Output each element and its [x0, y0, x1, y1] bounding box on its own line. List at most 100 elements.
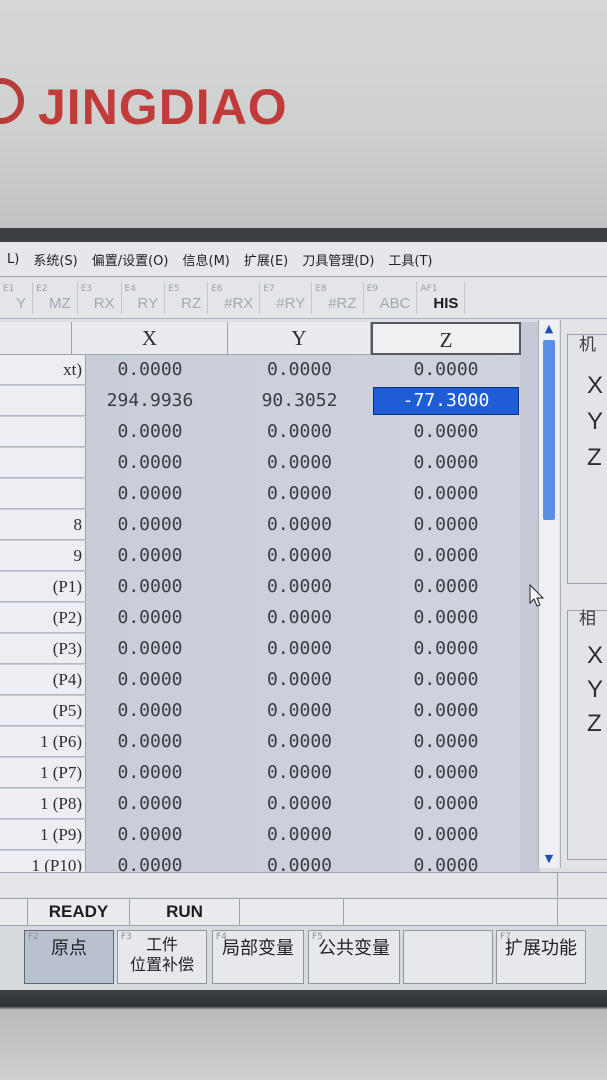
toolbar-button-7[interactable]: E8 #RZ — [312, 282, 364, 314]
value-cell-y[interactable]: 0.0000 — [228, 820, 371, 850]
status-segment-empty2 — [344, 899, 558, 925]
value-cell-y[interactable]: 0.0000 — [228, 417, 371, 447]
value-cell-x[interactable]: 0.0000 — [72, 541, 228, 571]
function-key-3[interactable]: F3 工件 位置补偿 — [117, 930, 207, 984]
value-cell-y[interactable]: 0.0000 — [228, 758, 371, 788]
value-cell-z[interactable]: 0.0000 — [371, 696, 521, 726]
value-cell-y[interactable]: 0.0000 — [228, 510, 371, 540]
menu-item-system[interactable]: 系统(S) — [26, 250, 84, 269]
axis-toolbar: E1 Y E2 MZ E3 RX E4 RY E5 RZ E6 #RX E7 #RY E8 #RZ E9 ABC A… — [0, 278, 607, 319]
menubar: L) 系统(S) 偏置/设置(O) 信息(M) 扩展(E) 刀具管理(D) 工具… — [0, 242, 607, 277]
toolbar-button-0[interactable]: E1 Y — [0, 282, 34, 314]
status-mode: RUN — [130, 899, 240, 925]
value-cell-z[interactable]: -77.3000 — [373, 387, 519, 415]
coordinate-side-panel: 机 X Y Z 相 X Y Z — [560, 320, 607, 868]
value-cell-z[interactable]: 0.0000 — [371, 727, 521, 757]
value-cell-x[interactable]: 0.0000 — [72, 448, 228, 478]
toolbar-label: MZ — [49, 295, 71, 312]
value-cell-y[interactable]: 0.0000 — [228, 634, 371, 664]
value-cell-z[interactable]: 0.0000 — [371, 634, 521, 664]
value-cell-x[interactable]: 0.0000 — [72, 634, 228, 664]
function-key-2[interactable]: F2 原点 — [24, 930, 114, 984]
toolbar-button-5[interactable]: E6 #RX — [208, 282, 261, 314]
machine-coord-title: 机 — [579, 335, 596, 355]
toolbar-button-9[interactable]: AF1 HIS — [417, 282, 466, 314]
function-key-label: 原点 — [51, 938, 87, 959]
toolbar-button-4[interactable]: E5 RZ — [165, 282, 209, 314]
value-cell-x[interactable]: 0.0000 — [72, 603, 228, 633]
value-cell-y[interactable]: 0.0000 — [228, 603, 371, 633]
value-cell-z[interactable]: 0.0000 — [371, 448, 521, 478]
value-cell-y[interactable]: 0.0000 — [228, 727, 371, 757]
toolbar-label: ABC — [379, 295, 411, 312]
value-cell-x[interactable]: 0.0000 — [72, 727, 228, 757]
menu-item-tools[interactable]: 工具(T) — [381, 250, 439, 269]
menu-item-info[interactable]: 信息(M) — [176, 250, 237, 269]
value-cell-z[interactable]: 0.0000 — [371, 603, 521, 633]
value-cell-x[interactable]: 0.0000 — [72, 665, 228, 695]
menu-item-offset-settings[interactable]: 偏置/设置(O) — [85, 250, 176, 269]
value-cell-z[interactable]: 0.0000 — [371, 789, 521, 819]
value-cell-x[interactable]: 0.0000 — [72, 572, 228, 602]
menu-item-extend[interactable]: 扩展(E) — [237, 250, 295, 269]
machine-axis-x: X — [587, 372, 604, 399]
toolbar-key-hint: E3 — [80, 284, 93, 294]
toolbar-key-hint: E7 — [263, 284, 275, 294]
menu-item-prev[interactable]: L) — [0, 252, 26, 267]
value-cell-y[interactable]: 0.0000 — [228, 696, 371, 726]
function-key-4[interactable]: F4 局部变量 — [212, 930, 304, 984]
menu-item-tool-manage[interactable]: 刀具管理(D) — [295, 250, 381, 269]
function-key-7[interactable]: F7 扩展功能 — [496, 930, 586, 984]
value-cell-z[interactable]: 0.0000 — [371, 510, 521, 540]
function-key-label: 公共变量 — [318, 938, 390, 959]
function-key-5[interactable]: F5 公共变量 — [308, 930, 400, 984]
value-cell-z[interactable]: 0.0000 — [371, 665, 521, 695]
toolbar-button-6[interactable]: E7 #RY — [260, 282, 313, 314]
relative-axis-y: Y — [587, 676, 604, 703]
value-cell-x[interactable]: 0.0000 — [72, 479, 228, 509]
input-line[interactable] — [0, 872, 607, 897]
value-cell-z[interactable]: 0.0000 — [371, 479, 521, 509]
value-cell-z[interactable]: 0.0000 — [371, 572, 521, 602]
function-key-6[interactable] — [403, 930, 493, 984]
toolbar-button-8[interactable]: E9 ABC — [364, 282, 418, 314]
value-cell-z[interactable]: 0.0000 — [371, 851, 521, 872]
value-cell-x[interactable]: 0.0000 — [72, 758, 228, 788]
status-bar: READY RUN — [0, 898, 607, 926]
value-cell-z[interactable]: 0.0000 — [371, 758, 521, 788]
value-cell-x[interactable]: 0.0000 — [72, 789, 228, 819]
value-cell-z[interactable]: 0.0000 — [371, 820, 521, 850]
function-key-label: 局部变量 — [222, 938, 294, 959]
status-segment-empty1 — [240, 899, 344, 925]
value-cell-y[interactable]: 0.0000 — [228, 665, 371, 695]
value-cell-y[interactable]: 0.0000 — [228, 355, 371, 385]
value-cell-y[interactable]: 0.0000 — [228, 541, 371, 571]
scroll-thumb[interactable] — [543, 340, 555, 520]
value-cell-z[interactable]: 0.0000 — [371, 355, 521, 385]
value-cell-x[interactable]: 0.0000 — [72, 510, 228, 540]
value-cell-x[interactable]: 0.0000 — [72, 820, 228, 850]
value-cell-y[interactable]: 90.3052 — [228, 386, 371, 416]
value-cell-x[interactable]: 0.0000 — [72, 851, 228, 872]
column-header-x: X — [72, 322, 228, 355]
value-cell-y[interactable]: 0.0000 — [228, 572, 371, 602]
scroll-down-icon[interactable]: ▼ — [541, 852, 557, 866]
value-cell-y[interactable]: 0.0000 — [228, 448, 371, 478]
value-cell-x[interactable]: 294.9936 — [72, 386, 228, 416]
value-cell-z[interactable]: 0.0000 — [371, 541, 521, 571]
toolbar-button-3[interactable]: E4 RY — [122, 282, 166, 314]
value-cell-x[interactable]: 0.0000 — [72, 417, 228, 447]
toolbar-button-1[interactable]: E2 MZ — [33, 282, 78, 314]
column-header-z: Z — [371, 322, 521, 355]
relative-axis-x: X — [587, 642, 604, 669]
value-cell-x[interactable]: 0.0000 — [72, 355, 228, 385]
value-cell-y[interactable]: 0.0000 — [228, 851, 371, 872]
value-cell-y[interactable]: 0.0000 — [228, 479, 371, 509]
value-cell-y[interactable]: 0.0000 — [228, 789, 371, 819]
cnc-screen: L) 系统(S) 偏置/设置(O) 信息(M) 扩展(E) 刀具管理(D) 工具… — [0, 242, 607, 990]
value-cell-x[interactable]: 0.0000 — [72, 696, 228, 726]
scroll-up-icon[interactable]: ▲ — [541, 322, 557, 336]
function-key-bar: F2 原点 F3 工件 位置补偿 F4 局部变量 F5 公共变量 F7 扩展功能 — [0, 926, 607, 990]
toolbar-button-2[interactable]: E3 RX — [78, 282, 122, 314]
value-cell-z[interactable]: 0.0000 — [371, 417, 521, 447]
